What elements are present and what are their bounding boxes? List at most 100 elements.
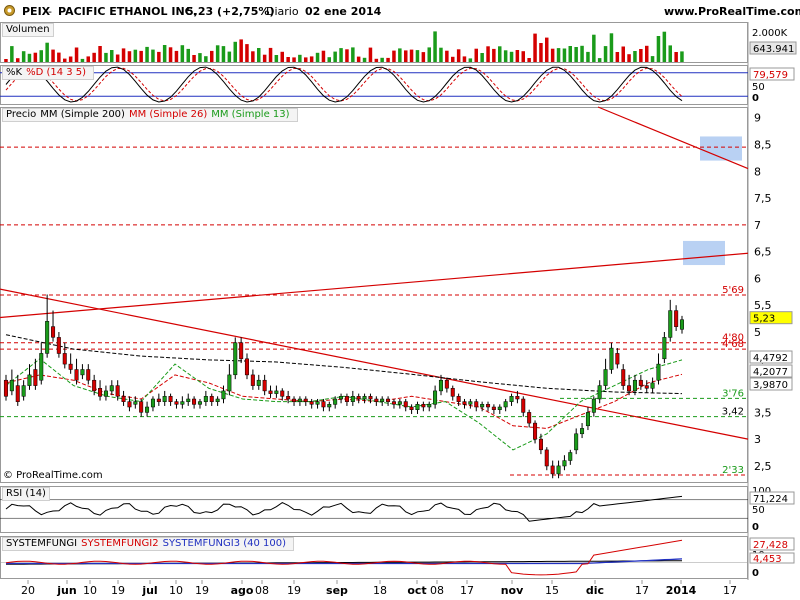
candle-body	[327, 404, 332, 408]
volume-bar	[356, 56, 361, 62]
candle-body	[133, 401, 138, 405]
candle-body	[115, 385, 120, 397]
x-axis-tick: 20	[21, 584, 35, 597]
price-title: Precio MM (Simple 200) MM (Simple 26) MM (S…	[2, 108, 298, 122]
candle-body	[627, 385, 632, 392]
candle-body	[121, 396, 126, 402]
price-axis-tick: 7,5	[754, 192, 772, 205]
level-label: 5'69	[722, 285, 744, 296]
candle-body	[333, 398, 338, 405]
level-label: 3,42	[722, 407, 744, 418]
candle-body	[544, 449, 549, 467]
volume-bar	[562, 48, 567, 62]
volume-bar	[162, 45, 167, 62]
volume-bar	[451, 56, 455, 62]
x-axis-tick: 19	[287, 584, 301, 597]
candle-body	[368, 396, 373, 400]
candle-body	[274, 390, 279, 394]
volume-bar	[645, 45, 649, 62]
volume-bar	[409, 49, 414, 62]
candle-body	[186, 398, 191, 402]
volume-bar	[656, 36, 661, 62]
price-axis-tick: 8,5	[754, 139, 772, 152]
price-axis-tick: 8	[754, 165, 761, 178]
stoch-axis-tick: 50	[752, 82, 765, 93]
candle-body	[45, 321, 50, 354]
volume-bar	[351, 47, 355, 62]
candle-body	[491, 406, 496, 410]
candle-body	[433, 390, 438, 405]
volume-bar	[374, 58, 379, 62]
volume-bar	[345, 49, 349, 62]
candle-body	[362, 396, 367, 400]
target-zone-2	[683, 240, 725, 266]
volume-bar	[174, 50, 179, 62]
candle-body	[674, 310, 679, 327]
volume-bar	[468, 58, 473, 62]
volume-bar	[633, 51, 637, 62]
candle-body	[438, 379, 443, 392]
rsi-axis-tick: 50	[752, 505, 765, 516]
candle-body	[309, 401, 314, 405]
volume-bar	[362, 57, 367, 62]
volume-bar	[145, 46, 149, 62]
candle-body	[162, 396, 167, 402]
candle-body	[480, 404, 485, 408]
stoch-badge-text: 79,579	[753, 70, 788, 81]
volume-bar	[104, 52, 108, 62]
ma26-label: MM (Simple 26)	[128, 109, 208, 120]
price-axis-tick: 9	[754, 112, 761, 125]
volume-bar	[315, 52, 320, 62]
volume-bar	[68, 56, 73, 62]
candle-body	[56, 337, 61, 354]
candle-body	[286, 396, 291, 400]
x-axis-tick: oct	[407, 584, 426, 597]
candle-body	[456, 396, 461, 402]
candle-body	[109, 385, 114, 392]
volume-bar	[574, 47, 578, 62]
candle-body	[527, 412, 532, 424]
ma200-label: MM (Simple 200)	[40, 109, 125, 120]
candle-body	[197, 401, 202, 405]
volume-bar	[233, 41, 237, 62]
volume-bar	[445, 50, 449, 62]
candle-body	[444, 379, 449, 389]
candle-body	[515, 396, 520, 400]
volume-bar	[10, 46, 14, 62]
candle-body	[256, 379, 261, 386]
x-axis-tick: 10	[169, 584, 183, 597]
volume-bar	[603, 46, 608, 62]
volume-bar	[57, 52, 61, 62]
candle-body	[585, 412, 590, 427]
candle-body	[650, 382, 655, 389]
volume-bar	[580, 45, 584, 62]
rsi-badge-text: 71,224	[753, 494, 788, 505]
x-axis-tick: jul	[141, 584, 157, 597]
volume-bar	[404, 50, 408, 62]
volume-bar	[286, 57, 290, 62]
price-badge-text: 4,2077	[753, 367, 788, 378]
x-axis-tick: 10	[83, 584, 97, 597]
volume-bar	[192, 55, 196, 62]
candle-body	[21, 385, 26, 397]
volume-bar	[139, 50, 143, 62]
price-axis-tick: 7	[754, 219, 761, 232]
candle-body	[27, 374, 32, 386]
price-axis-tick: 6,5	[754, 246, 772, 259]
volume-bar	[556, 48, 561, 62]
candle-body	[468, 401, 473, 405]
chart-canvas[interactable]: 98,587,576,565,554,53,532,55'694'804'683…	[0, 0, 800, 600]
candle-body	[33, 369, 38, 386]
volume-bar	[498, 46, 502, 62]
x-axis-tick: 2014	[666, 584, 697, 597]
candle-body	[621, 369, 626, 386]
candle-body	[397, 401, 402, 405]
volume-bar	[539, 43, 543, 62]
price-axis-tick: 2,5	[754, 460, 772, 473]
candle-body	[521, 398, 526, 413]
candle-body	[239, 342, 244, 360]
volume-bar	[521, 51, 525, 62]
volume-bar	[245, 44, 249, 62]
candle-body	[533, 422, 538, 440]
candle-body	[550, 465, 555, 475]
